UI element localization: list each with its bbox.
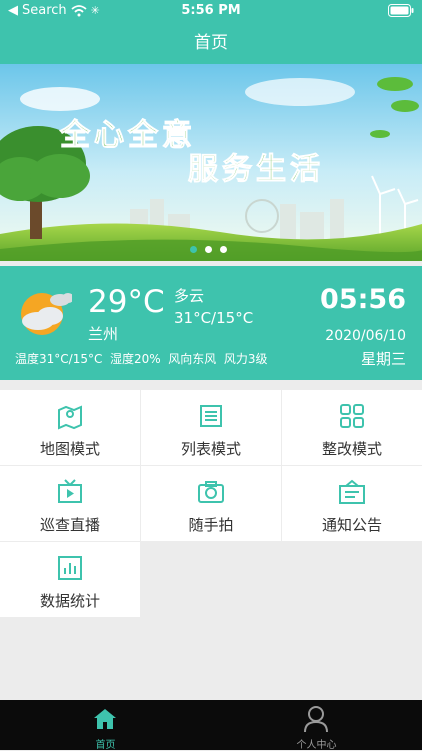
user-icon xyxy=(304,706,328,733)
menu-list-mode[interactable]: 列表模式 xyxy=(141,390,281,465)
tab-home-label: 首页 xyxy=(95,740,116,751)
menu-rectify-mode[interactable]: 整改模式 xyxy=(282,390,422,465)
current-date: 2020/06/10 xyxy=(325,328,406,344)
camera-icon xyxy=(198,481,224,503)
status-bar: ◀ Search ✳ 5:56 PM xyxy=(0,0,422,22)
menu-label: 数据统计 xyxy=(39,592,100,610)
temperature: 29°C xyxy=(88,284,165,320)
tab-home[interactable]: 首页 xyxy=(0,700,211,751)
map-pin-icon xyxy=(58,405,82,430)
temperature-range: 31°C/15°C xyxy=(174,309,254,327)
carousel-dot[interactable] xyxy=(220,246,227,253)
live-play-icon xyxy=(58,479,82,503)
menu-snapshot[interactable]: 随手拍 xyxy=(141,466,281,541)
menu-label: 地图模式 xyxy=(39,440,100,458)
tab-bar: 首页 个人中心 xyxy=(0,700,422,751)
menu-map-mode[interactable]: 地图模式 xyxy=(0,390,140,465)
carousel-dots[interactable] xyxy=(190,246,227,253)
banner-slogan-line1: 全心全意 xyxy=(60,118,196,154)
menu-statistics[interactable]: 数据统计 xyxy=(0,542,140,617)
bar-chart-icon xyxy=(58,556,82,580)
weather-panel: 29°C 兰州 多云 31°C/15°C 温度31°C/15°C 湿度20% 风… xyxy=(0,266,422,380)
weather-condition: 多云 xyxy=(174,287,205,305)
nav-bar: 首页 xyxy=(0,22,422,64)
menu-label: 列表模式 xyxy=(180,440,241,458)
menu-label: 随手拍 xyxy=(188,516,234,534)
banner-carousel[interactable]: 全心全意 服务生活 xyxy=(0,64,422,261)
menu-label: 整改模式 xyxy=(321,440,382,458)
carousel-dot[interactable] xyxy=(190,246,197,253)
tab-profile[interactable]: 个人中心 xyxy=(211,700,422,751)
page-title: 首页 xyxy=(194,33,228,53)
status-time: 5:56 PM xyxy=(181,3,241,18)
home-icon xyxy=(94,709,116,729)
list-document-icon xyxy=(200,405,222,427)
menu-label: 通知公告 xyxy=(321,516,382,534)
menu-live-patrol[interactable]: 巡查直播 xyxy=(0,466,140,541)
city-name: 兰州 xyxy=(88,325,119,343)
weather-details: 温度31°C/15°C 湿度20% 风向东风 风力3级 xyxy=(15,352,268,366)
banner-slogan-line2: 服务生活 xyxy=(188,152,324,188)
carousel-dot[interactable] xyxy=(205,246,212,253)
weekday: 星期三 xyxy=(360,350,406,368)
grid-icon xyxy=(340,404,364,428)
tab-profile-label: 个人中心 xyxy=(296,740,337,751)
menu-notice[interactable]: 通知公告 xyxy=(282,466,422,541)
notice-icon xyxy=(339,479,365,504)
partly-cloudy-icon xyxy=(21,293,72,335)
battery-icon xyxy=(388,4,414,21)
current-time: 05:56 xyxy=(320,284,406,315)
menu-label: 巡查直播 xyxy=(39,516,100,534)
